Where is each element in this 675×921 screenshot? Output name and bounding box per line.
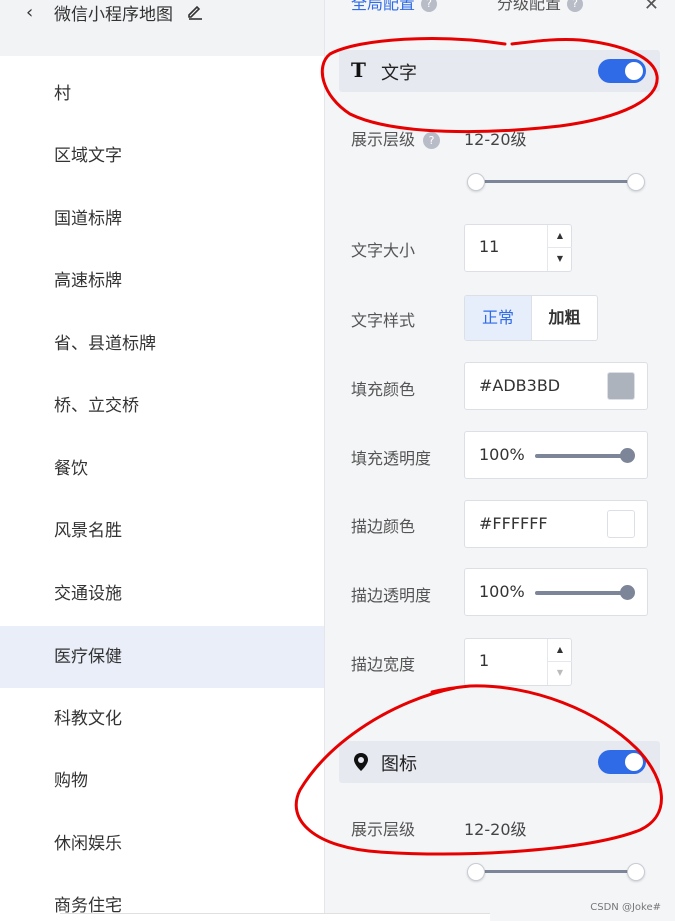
fill-color-value: #ADB3BD (479, 376, 561, 395)
category-label: 省、县道标牌 (54, 334, 156, 354)
category-item-transport[interactable]: 交通设施 (0, 563, 324, 625)
category-item-education[interactable]: 科教文化 (0, 688, 324, 750)
slider-handle-max[interactable] (627, 173, 645, 191)
tab-label: 分级配置 (497, 0, 562, 13)
stroke-opacity-slider[interactable]: 100% (464, 568, 648, 616)
fill-opacity-label: 填充透明度 (351, 449, 432, 468)
bottom-strip (60, 913, 490, 921)
stroke-color-field[interactable]: #FFFFFF (464, 500, 648, 548)
style-config-panel: 全局配置? 分级配置? ✕ T 文字 展示层级? 12-20级 文字大小 11 … (324, 0, 675, 921)
stroke-color-value: #FFFFFF (479, 514, 548, 533)
stroke-width-value: 1 (479, 651, 490, 670)
category-item-national-road-sign[interactable]: 国道标牌 (0, 188, 324, 250)
text-style-label: 文字样式 (351, 311, 416, 330)
text-enable-toggle[interactable] (598, 59, 646, 83)
icon-level-range-slider[interactable] (467, 862, 645, 882)
slider-track (535, 454, 633, 458)
category-label: 交通设施 (54, 584, 122, 604)
category-item-scenic[interactable]: 风景名胜 (0, 500, 324, 562)
category-item-village[interactable]: 村 (0, 63, 324, 125)
tab-level-config[interactable]: 分级配置? (497, 0, 584, 14)
decrement-icon[interactable]: ▼ (548, 662, 572, 685)
category-item-healthcare[interactable]: 医疗保健 (0, 626, 324, 688)
category-label: 风景名胜 (54, 521, 122, 541)
font-size-stepper[interactable]: 11 ▲ ▼ (464, 224, 572, 272)
watermark: CSDN @Joke# (590, 902, 661, 913)
stroke-width-label: 描边宽度 (351, 655, 416, 674)
category-item-highway-sign[interactable]: 高速标牌 (0, 250, 324, 312)
help-icon[interactable]: ? (421, 0, 438, 12)
category-label: 区域文字 (54, 146, 122, 166)
edit-icon[interactable] (186, 2, 204, 20)
map-pin-icon (354, 753, 368, 771)
section-title: 图标 (381, 754, 417, 775)
tab-global-config[interactable]: 全局配置? (351, 0, 438, 14)
chevron-left-icon[interactable]: ‹ (26, 2, 33, 23)
increment-icon[interactable]: ▲ (548, 225, 572, 248)
text-style-segmented: 正常 加粗 (464, 295, 598, 341)
fill-color-swatch[interactable] (607, 372, 635, 400)
stroke-color-label: 描边颜色 (351, 517, 416, 536)
slider-track (471, 180, 639, 183)
category-label: 科教文化 (54, 709, 122, 729)
close-icon[interactable]: ✕ (644, 0, 659, 15)
category-item-shopping[interactable]: 购物 (0, 750, 324, 812)
category-label: 村 (54, 84, 71, 104)
slider-track (471, 870, 639, 873)
slider-handle[interactable] (620, 448, 635, 463)
stepper-controls: ▲ ▼ (547, 225, 572, 271)
toggle-knob (625, 62, 643, 80)
display-level-value: 12-20级 (464, 130, 527, 149)
stroke-color-swatch[interactable] (607, 510, 635, 538)
category-item-dining[interactable]: 餐饮 (0, 438, 324, 500)
font-size-label: 文字大小 (351, 241, 416, 260)
icon-display-level-label: 展示层级 (351, 820, 416, 839)
category-list-panel: ‹ 微信小程序地图 村 区域文字 国道标牌 高速标牌 省、县道标牌 桥、立交桥 … (0, 0, 324, 921)
decrement-icon[interactable]: ▼ (548, 248, 572, 271)
category-label: 购物 (54, 771, 88, 791)
fill-color-label: 填充颜色 (351, 380, 416, 399)
label-text: 展示层级 (351, 130, 416, 149)
text-T-icon: T (351, 58, 366, 82)
text-section-header: T 文字 (339, 50, 660, 92)
icon-enable-toggle[interactable] (598, 750, 646, 774)
stroke-width-stepper[interactable]: 1 ▲ ▼ (464, 638, 572, 686)
stroke-opacity-label: 描边透明度 (351, 586, 432, 605)
category-label: 医疗保健 (54, 647, 122, 667)
category-item-region-text[interactable]: 区域文字 (0, 125, 324, 187)
slider-handle[interactable] (620, 585, 635, 600)
slider-handle-min[interactable] (467, 863, 485, 881)
category-label: 休闲娱乐 (54, 834, 122, 854)
stroke-opacity-value: 100% (479, 582, 525, 601)
display-level-label: 展示层级? (351, 126, 441, 150)
style-bold-button[interactable]: 加粗 (531, 296, 597, 340)
category-item-provincial-road-sign[interactable]: 省、县道标牌 (0, 313, 324, 375)
fill-color-field[interactable]: #ADB3BD (464, 362, 648, 410)
help-icon[interactable]: ? (423, 132, 441, 149)
category-label: 国道标牌 (54, 209, 122, 229)
fill-opacity-value: 100% (479, 445, 525, 464)
category-label: 高速标牌 (54, 271, 122, 291)
category-item-bridge[interactable]: 桥、立交桥 (0, 375, 324, 437)
help-icon[interactable]: ? (567, 0, 584, 12)
icon-section-header: 图标 (339, 741, 660, 783)
stepper-controls: ▲ ▼ (547, 639, 572, 685)
toggle-knob (625, 753, 643, 771)
fill-opacity-slider[interactable]: 100% (464, 431, 648, 479)
slider-track (535, 591, 633, 595)
increment-icon[interactable]: ▲ (548, 639, 572, 662)
icon-display-level-value: 12-20级 (464, 820, 527, 839)
section-title: 文字 (381, 63, 417, 84)
font-size-value: 11 (479, 237, 500, 256)
tab-label: 全局配置 (351, 0, 416, 13)
panel-header: ‹ 微信小程序地图 (0, 0, 324, 56)
style-normal-button[interactable]: 正常 (465, 296, 531, 340)
category-label: 桥、立交桥 (54, 396, 139, 416)
category-label: 餐饮 (54, 459, 88, 479)
slider-handle-max[interactable] (627, 863, 645, 881)
category-item-leisure[interactable]: 休闲娱乐 (0, 813, 324, 875)
text-level-range-slider[interactable] (467, 172, 645, 192)
slider-handle-min[interactable] (467, 173, 485, 191)
panel-title: 微信小程序地图 (54, 5, 173, 25)
